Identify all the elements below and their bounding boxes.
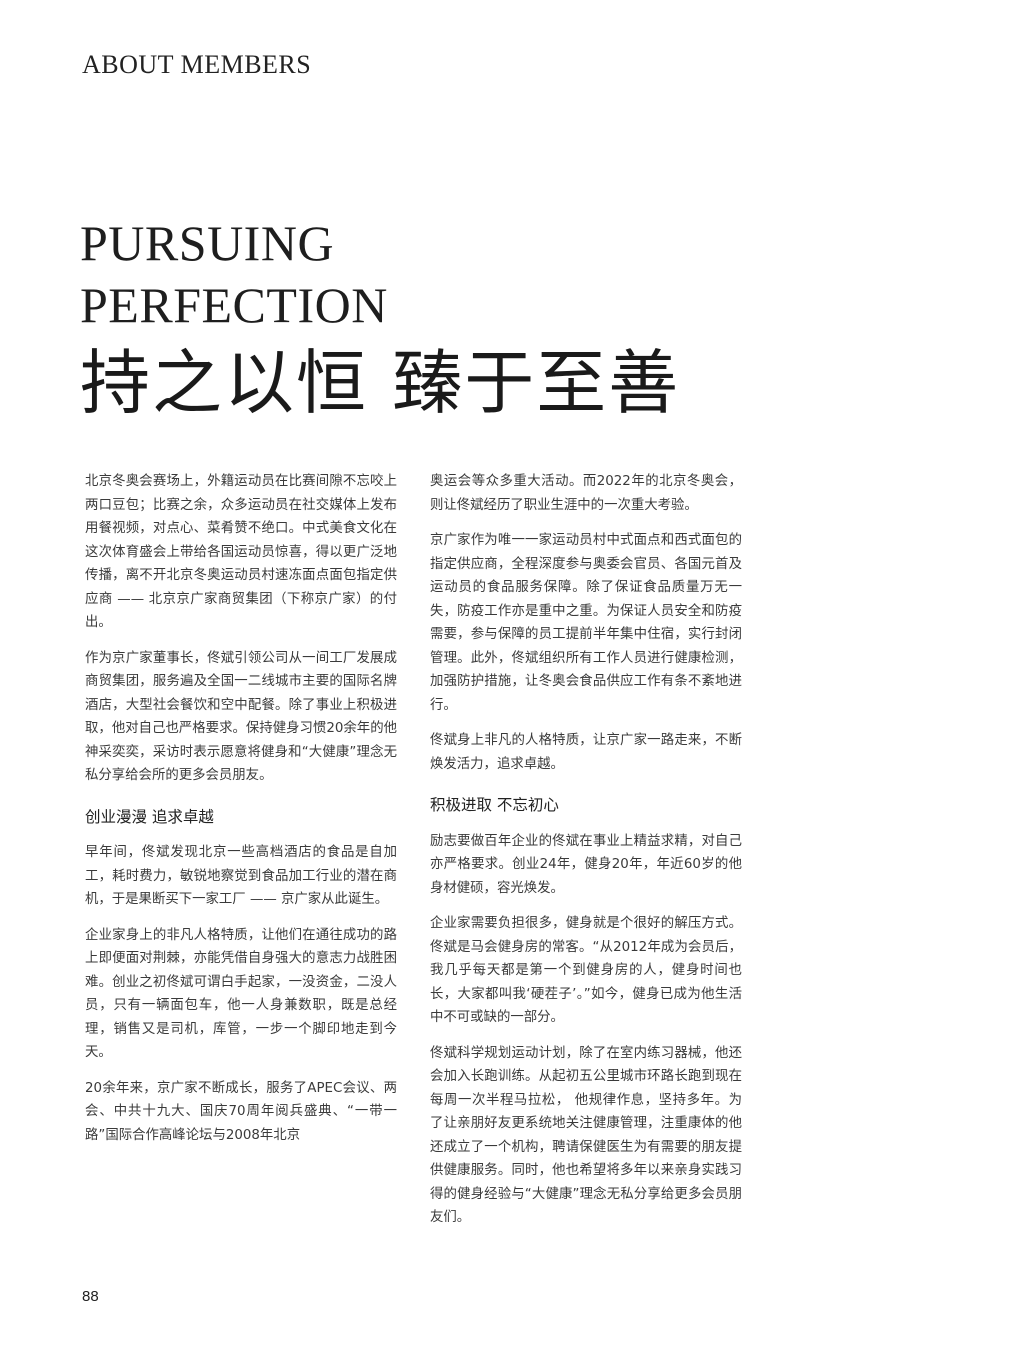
title-english-line-2: PERFECTION	[80, 277, 388, 333]
paragraph: 20余年来，京广家不断成长，服务了APEC会议、两会、中共十九大、国庆70周年阅…	[85, 1080, 397, 1143]
article-column-right: 奥运会等众多重大活动。而2022年的北京冬奥会，则让佟斌经历了职业生涯中的一次重…	[430, 470, 742, 1242]
section-label: ABOUT MEMBERS	[82, 50, 312, 79]
section-heading: 创业漫漫 追求卓越	[85, 807, 214, 826]
paragraph: 早年间，佟斌发现北京一些高档酒店的食品是自加工，耗时费力，敏锐地察觉到食品加工行…	[85, 845, 397, 907]
paragraph: 佟斌科学规划运动计划，除了在室内练习器械，他还会加入长跑训练。从起初五公里城市环…	[430, 1045, 742, 1226]
page-number: 88	[82, 1288, 99, 1305]
title-chinese: 持之以恒 臻于至善	[80, 342, 681, 424]
paragraph: 企业家身上的非凡人格特质，让他们在通往成功的路上即便面对荆棘，亦能凭借自身强大的…	[85, 927, 397, 1061]
paragraph: 作为京广家董事长，佟斌引领公司从一间工厂发展成商贸集团，服务遍及全国一二线城市主…	[85, 650, 397, 784]
paragraph: 励志要做百年企业的佟斌在事业上精益求精，对自己亦严格要求。创业24年，健身20年…	[430, 833, 742, 896]
title-english-line-1: PURSUING	[80, 215, 335, 271]
paragraph: 佟斌身上非凡的人格特质，让京广家一路走来，不断焕发活力，追求卓越。	[430, 733, 742, 772]
paragraph: 奥运会等众多重大活动。而2022年的北京冬奥会，则让佟斌经历了职业生涯中的一次重…	[430, 474, 742, 513]
paragraph: 企业家需要负担很多，健身就是个很好的解压方式。佟斌是马会健身房的常客。“从201…	[430, 916, 742, 1025]
title-english: PURSUING PERFECTION	[80, 212, 388, 336]
section-heading: 积极进取 不忘初心	[430, 796, 559, 814]
paragraph: 北京冬奥会赛场上，外籍运动员在比赛间隙不忘咬上两口豆包；比赛之余，众多运动员在社…	[85, 474, 397, 630]
article-column-left: 北京冬奥会赛场上，外籍运动员在比赛间隙不忘咬上两口豆包；比赛之余，众多运动员在社…	[85, 470, 397, 1159]
paragraph: 京广家作为唯一一家运动员村中式面点和西式面包的指定供应商，全程深度参与奥委会官员…	[430, 533, 742, 713]
